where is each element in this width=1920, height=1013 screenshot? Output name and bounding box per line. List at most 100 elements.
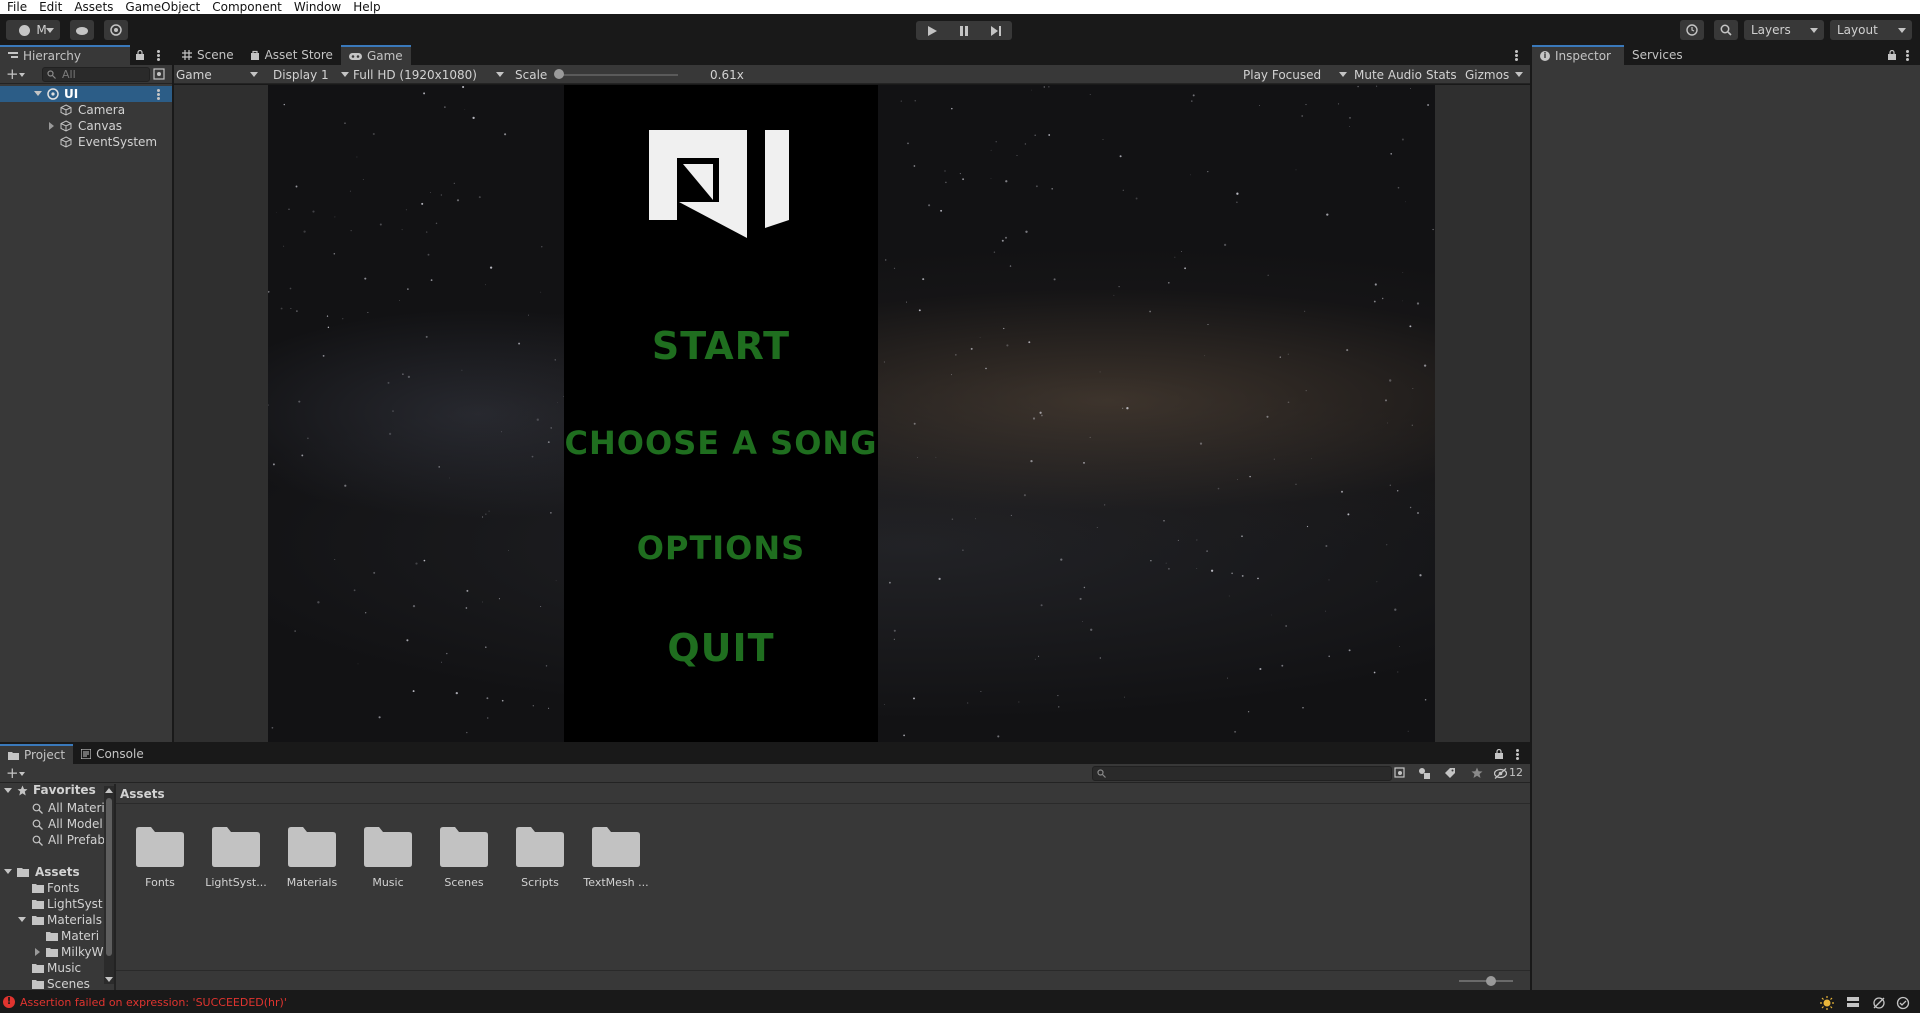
- menu-edit[interactable]: Edit: [32, 0, 67, 14]
- menu-window[interactable]: Window: [287, 0, 346, 14]
- cache-server-icon[interactable]: [1846, 996, 1860, 1010]
- favorite-item[interactable]: All Model: [0, 816, 105, 832]
- scene-visibility-icon[interactable]: [153, 68, 165, 80]
- cloud-button[interactable]: [70, 20, 94, 40]
- project-tree-item[interactable]: Materi: [0, 928, 105, 944]
- layout-dropdown[interactable]: Layout: [1830, 20, 1912, 40]
- project-tree-item[interactable]: Materials: [0, 912, 105, 928]
- tab-services[interactable]: Services: [1624, 45, 1691, 65]
- mute-audio-toggle[interactable]: Mute Audio: [1354, 66, 1422, 83]
- more-options-icon[interactable]: [1515, 50, 1518, 61]
- tab-inspector[interactable]: i Inspector: [1532, 45, 1624, 65]
- menu-gameobject[interactable]: GameObject: [118, 0, 205, 14]
- menu-help[interactable]: Help: [346, 0, 385, 14]
- folder-item[interactable]: Materials: [277, 826, 347, 889]
- status-message[interactable]: Assertion failed on expression: 'SUCCEED…: [20, 996, 287, 1009]
- more-options-icon[interactable]: [1906, 50, 1909, 61]
- folder-item[interactable]: Scenes: [429, 826, 499, 889]
- lock-icon[interactable]: [135, 50, 145, 60]
- debug-mode-icon[interactable]: [1872, 996, 1886, 1010]
- add-icon[interactable]: +: [6, 766, 19, 781]
- chevron-down-icon[interactable]: [4, 788, 12, 793]
- project-tree-scrollbar[interactable]: [104, 786, 114, 984]
- stats-toggle[interactable]: Stats: [1426, 66, 1457, 83]
- scrollbar-thumb[interactable]: [106, 798, 112, 956]
- hierarchy-item[interactable]: Camera: [0, 102, 172, 118]
- chevron-down-icon[interactable]: [4, 869, 12, 874]
- history-button[interactable]: [1680, 20, 1704, 40]
- step-button[interactable]: [980, 21, 1012, 40]
- zoom-slider-handle[interactable]: [1486, 976, 1496, 986]
- view-mode-dropdown[interactable]: Game: [176, 66, 262, 83]
- chevron-down-icon[interactable]: [105, 977, 113, 982]
- project-tree-item[interactable]: Scenes: [0, 976, 105, 990]
- more-options-icon[interactable]: [157, 50, 160, 61]
- resolution-dropdown[interactable]: Full HD (1920x1080): [353, 66, 508, 83]
- favorite-item[interactable]: All Materi: [0, 800, 105, 816]
- lock-icon[interactable]: [1887, 50, 1897, 60]
- label-tag-icon[interactable]: [1444, 767, 1456, 779]
- tab-project[interactable]: Project: [0, 744, 74, 764]
- play-button[interactable]: [916, 21, 948, 40]
- folder-item[interactable]: Music: [353, 826, 423, 889]
- star: [290, 307, 292, 309]
- tab-scene[interactable]: Scene: [174, 45, 242, 65]
- project-tree-item[interactable]: LightSyst: [0, 896, 105, 912]
- gizmos-dropdown[interactable]: Gizmos: [1465, 66, 1525, 83]
- progress-check-icon[interactable]: [1896, 996, 1910, 1010]
- chevron-down-icon[interactable]: [19, 772, 25, 776]
- hidden-packages-icon[interactable]: [1494, 768, 1507, 779]
- hierarchy-item[interactable]: Canvas: [0, 118, 172, 134]
- tab-asset-store[interactable]: Asset Store: [242, 45, 341, 65]
- hierarchy-scene-row[interactable]: UI: [0, 86, 172, 102]
- project-tree-item[interactable]: Music: [0, 960, 105, 976]
- menu-assets[interactable]: Assets: [67, 0, 118, 14]
- scale-slider-handle[interactable]: [554, 69, 564, 79]
- display-dropdown[interactable]: Display 1: [273, 66, 353, 83]
- tab-game[interactable]: Game: [340, 45, 411, 65]
- search-by-type-icon[interactable]: [1394, 767, 1406, 779]
- favorites-row[interactable]: Favorites: [0, 784, 105, 800]
- chevron-right-icon[interactable]: [35, 948, 40, 956]
- folder-item[interactable]: LightSyst...: [201, 826, 271, 889]
- main-toolbar: M Layers Layout: [0, 14, 1920, 45]
- pause-button[interactable]: [948, 21, 980, 40]
- more-options-icon[interactable]: [157, 89, 160, 100]
- star-icon[interactable]: [1471, 767, 1483, 779]
- project-search-input[interactable]: [1092, 766, 1392, 781]
- folder-item[interactable]: Scripts: [505, 826, 575, 889]
- choose-song-button[interactable]: CHOOSE A SONG: [564, 424, 878, 462]
- assets-root-row[interactable]: Assets: [0, 864, 105, 880]
- project-tree-item[interactable]: MilkyW: [0, 944, 105, 960]
- favorite-item[interactable]: All Prefab: [0, 832, 105, 848]
- quit-button[interactable]: QUIT: [564, 626, 878, 670]
- options-button[interactable]: OPTIONS: [564, 529, 878, 567]
- more-options-icon[interactable]: [1516, 749, 1519, 760]
- chevron-up-icon[interactable]: [105, 788, 113, 793]
- search-button[interactable]: [1714, 20, 1738, 40]
- account-dropdown[interactable]: M: [6, 20, 60, 40]
- chevron-down-icon[interactable]: [19, 73, 25, 77]
- layers-dropdown[interactable]: Layers: [1744, 20, 1824, 40]
- chevron-right-icon[interactable]: [49, 122, 54, 130]
- scale-slider-track[interactable]: [558, 74, 678, 76]
- lock-icon[interactable]: [1494, 749, 1504, 759]
- folder-item[interactable]: Fonts: [125, 826, 195, 889]
- filter-by-type-icon[interactable]: [1418, 767, 1430, 779]
- chevron-down-icon[interactable]: [18, 917, 26, 922]
- tab-hierarchy[interactable]: Hierarchy: [0, 45, 130, 65]
- hierarchy-search-input[interactable]: All: [42, 67, 150, 82]
- breadcrumb-assets[interactable]: Assets: [120, 787, 165, 801]
- menu-component[interactable]: Component: [205, 0, 287, 14]
- chevron-down-icon[interactable]: [34, 91, 42, 96]
- start-button[interactable]: START: [564, 324, 878, 368]
- play-focused-dropdown[interactable]: Play Focused: [1243, 66, 1349, 83]
- project-tree-item[interactable]: Fonts: [0, 880, 105, 896]
- add-icon[interactable]: +: [6, 67, 19, 82]
- tab-console[interactable]: Console: [73, 744, 152, 764]
- menu-file[interactable]: File: [0, 0, 32, 14]
- lighting-bake-icon[interactable]: [1820, 996, 1834, 1010]
- collab-button[interactable]: [104, 20, 128, 40]
- hierarchy-item[interactable]: EventSystem: [0, 134, 172, 150]
- folder-item[interactable]: TextMesh ...: [581, 826, 651, 889]
